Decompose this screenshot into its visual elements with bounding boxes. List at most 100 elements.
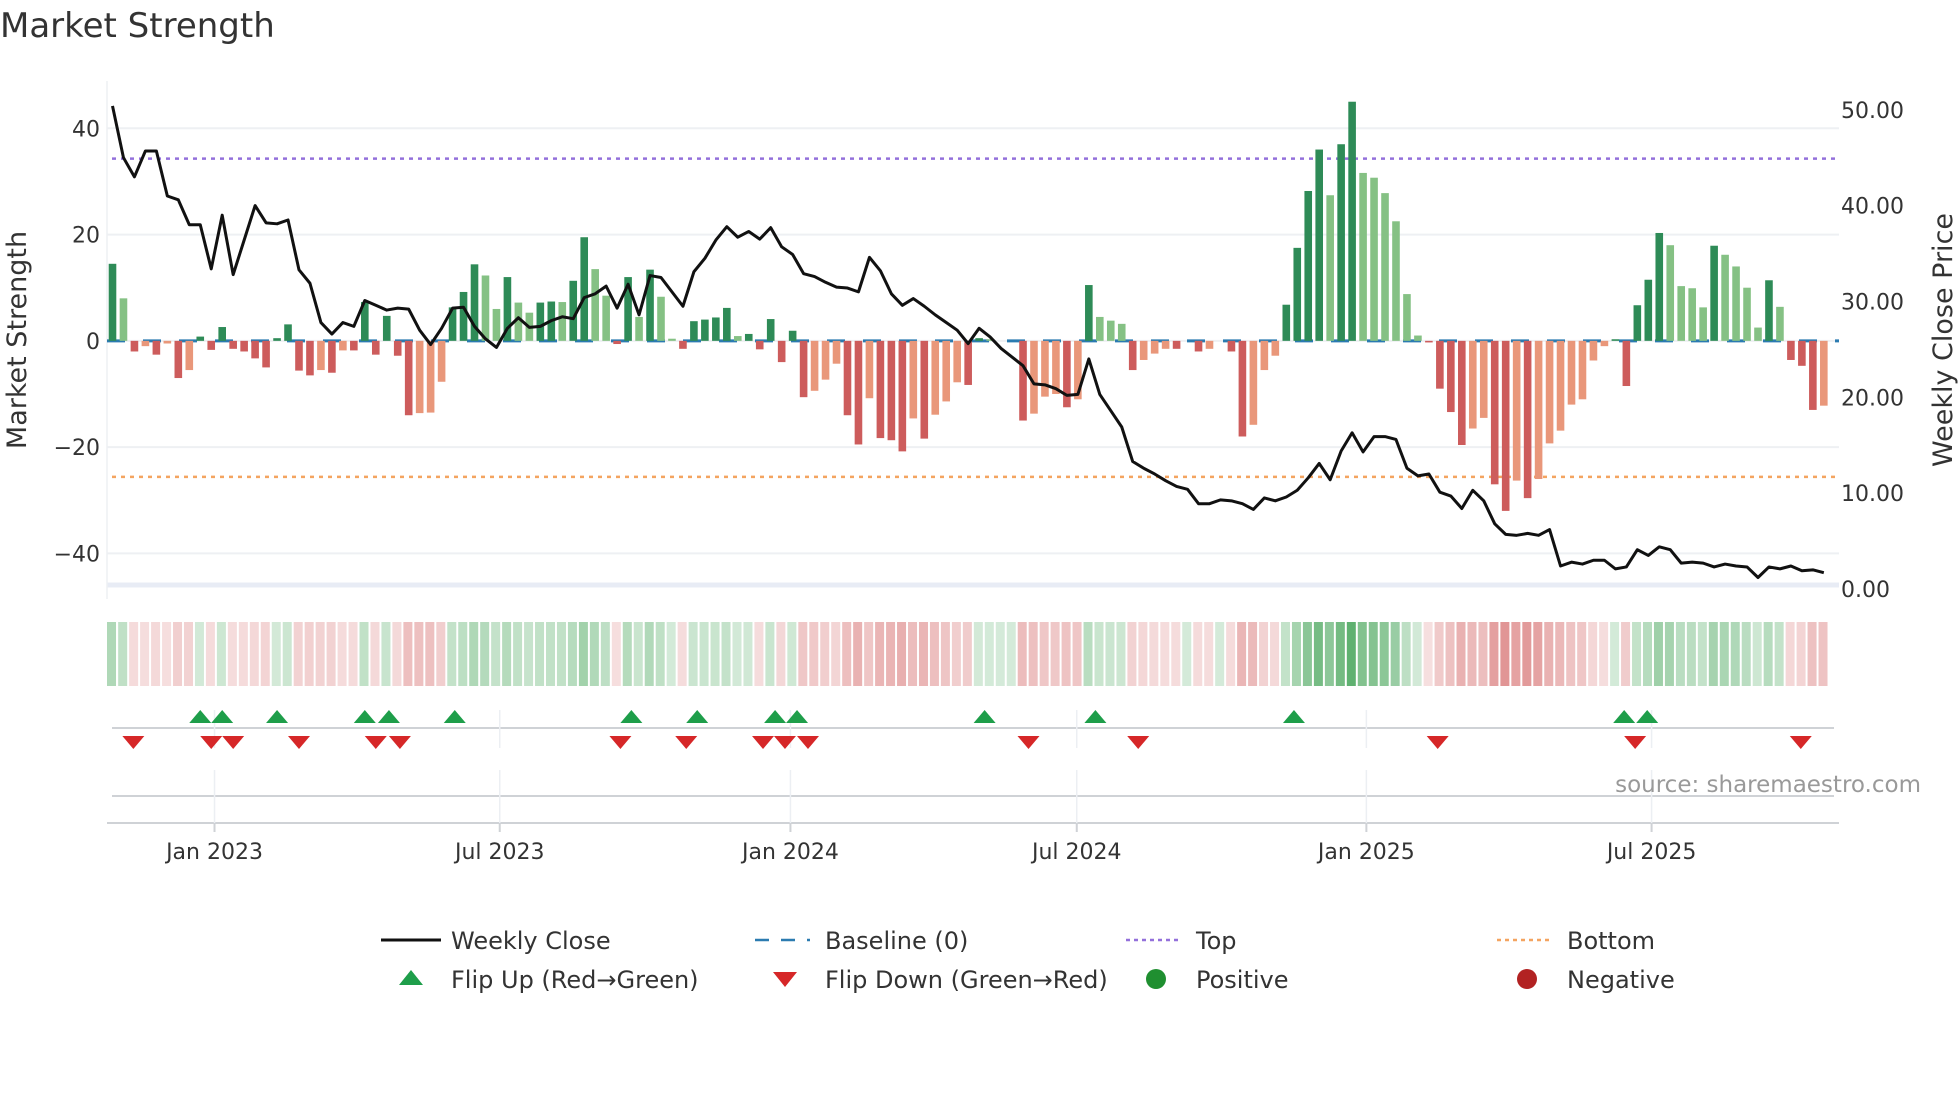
strength-bar	[1150, 340, 1159, 354]
heat-strip-cell	[1368, 622, 1378, 686]
heat-strip-cell	[776, 622, 786, 686]
strength-bar	[799, 340, 808, 398]
strength-bar	[1447, 340, 1455, 413]
strength-bar	[876, 340, 885, 439]
heat-strip-cell	[129, 622, 139, 686]
strength-bar	[1227, 340, 1236, 352]
strength-bar	[1545, 340, 1554, 444]
heat-strip-cell	[403, 622, 413, 686]
legend-label: Baseline (0)	[825, 927, 968, 955]
strength-bar	[492, 308, 501, 341]
strength-bar	[1765, 280, 1773, 341]
strength-bar	[295, 340, 303, 371]
strength-bar	[1139, 340, 1148, 360]
flip-down-marker	[287, 736, 310, 749]
y-tick-label: 40	[72, 117, 100, 142]
heat-strip-cell	[929, 622, 939, 686]
heat-strip-cell	[392, 622, 402, 686]
heat-strip-cell	[1774, 622, 1784, 686]
y-tick-label: −40	[54, 542, 100, 567]
heat-strip-cell	[1270, 622, 1280, 686]
heat-strip-cell	[743, 622, 753, 686]
heat-strip-cell	[611, 622, 621, 686]
heat-strip-cell	[1280, 622, 1290, 686]
strength-bar	[306, 340, 314, 376]
heat-strip-cell	[710, 622, 720, 686]
flip-up-marker	[686, 710, 709, 723]
strength-bar	[1019, 340, 1027, 421]
strength-bar	[931, 340, 940, 415]
legend-item: Bottom	[1497, 927, 1655, 955]
strength-bar	[1205, 340, 1214, 349]
heat-strip-cell	[908, 622, 918, 686]
heat-strip-cell	[1664, 622, 1674, 686]
heat-strip-cell	[1138, 622, 1148, 686]
heat-strip-cell	[1555, 622, 1565, 686]
heat-strip-cell	[480, 622, 490, 686]
heat-strip-cell	[1105, 622, 1115, 686]
strength-bar	[415, 340, 424, 414]
flip-up-marker	[1636, 710, 1659, 723]
heat-strip-cell	[227, 622, 237, 686]
strength-bar	[580, 237, 589, 341]
heat-strip-cell	[721, 622, 731, 686]
x-tick-label: Jul 2025	[1605, 840, 1697, 865]
heat-strip-cell	[1544, 622, 1554, 686]
heat-strip-cell	[1379, 622, 1389, 686]
strength-bar	[339, 340, 347, 351]
circle-icon	[1146, 969, 1166, 989]
strength-bar	[613, 340, 621, 345]
heat-strip-cell	[326, 622, 336, 686]
strength-bar	[130, 340, 139, 352]
heat-strip-cell	[853, 622, 863, 686]
strength-bar	[536, 302, 545, 341]
heat-strip-cell	[282, 622, 292, 686]
strength-bar	[174, 340, 183, 379]
flip-up-marker	[443, 710, 466, 723]
heat-strip-cell	[1566, 622, 1576, 686]
heat-strip-cell	[107, 622, 116, 686]
strength-bar	[1315, 149, 1323, 341]
y-tick-label: −20	[54, 436, 100, 461]
heat-strip-cell	[1006, 622, 1016, 686]
heat-strip-cell	[1445, 622, 1455, 686]
heat-strip-cell	[699, 622, 709, 686]
strength-bar	[1677, 286, 1686, 341]
strength-bar	[1041, 340, 1049, 397]
heat-strip-cell	[1237, 622, 1247, 686]
legend-item: Flip Down (Green→Red)	[773, 966, 1108, 994]
strength-bar	[1106, 320, 1115, 341]
y2-axis-title: Weekly Close Price	[1928, 213, 1959, 467]
heat-strip-cell	[831, 622, 841, 686]
strength-bar	[1096, 316, 1104, 341]
strength-bar	[657, 296, 665, 341]
heat-strip-cell	[205, 622, 215, 686]
strength-bar	[218, 327, 226, 341]
heat-strip-cell	[381, 622, 391, 686]
heat-strip-cell	[1248, 622, 1258, 686]
y2-tick-label: 0.00	[1841, 578, 1890, 603]
heat-strip-cell	[216, 622, 226, 686]
triangle-up-icon	[399, 970, 423, 985]
heat-strip-cell	[1171, 622, 1181, 686]
legend-label: Weekly Close	[451, 927, 611, 955]
heat-strip-cell	[502, 622, 512, 686]
strength-bar	[1392, 221, 1400, 341]
flip-up-marker	[1282, 710, 1305, 723]
legend-label: Top	[1195, 927, 1237, 955]
strength-bar	[371, 340, 380, 355]
strength-bar	[1512, 340, 1521, 481]
source-label: source: sharemaestro.com	[1615, 772, 1921, 798]
strength-bar	[1293, 247, 1302, 341]
heat-strip-cell	[1533, 622, 1543, 686]
strength-bar	[119, 298, 128, 341]
strength-bar	[701, 319, 709, 341]
flip-up-marker	[377, 710, 400, 723]
heat-strip-cell	[1478, 622, 1488, 686]
strength-bar	[1458, 340, 1466, 445]
strength-bar	[1326, 195, 1334, 341]
strength-bar	[1688, 288, 1696, 341]
strength-bar	[1063, 340, 1071, 408]
heat-strip-cell	[1796, 622, 1806, 686]
strength-bar	[1490, 340, 1499, 485]
